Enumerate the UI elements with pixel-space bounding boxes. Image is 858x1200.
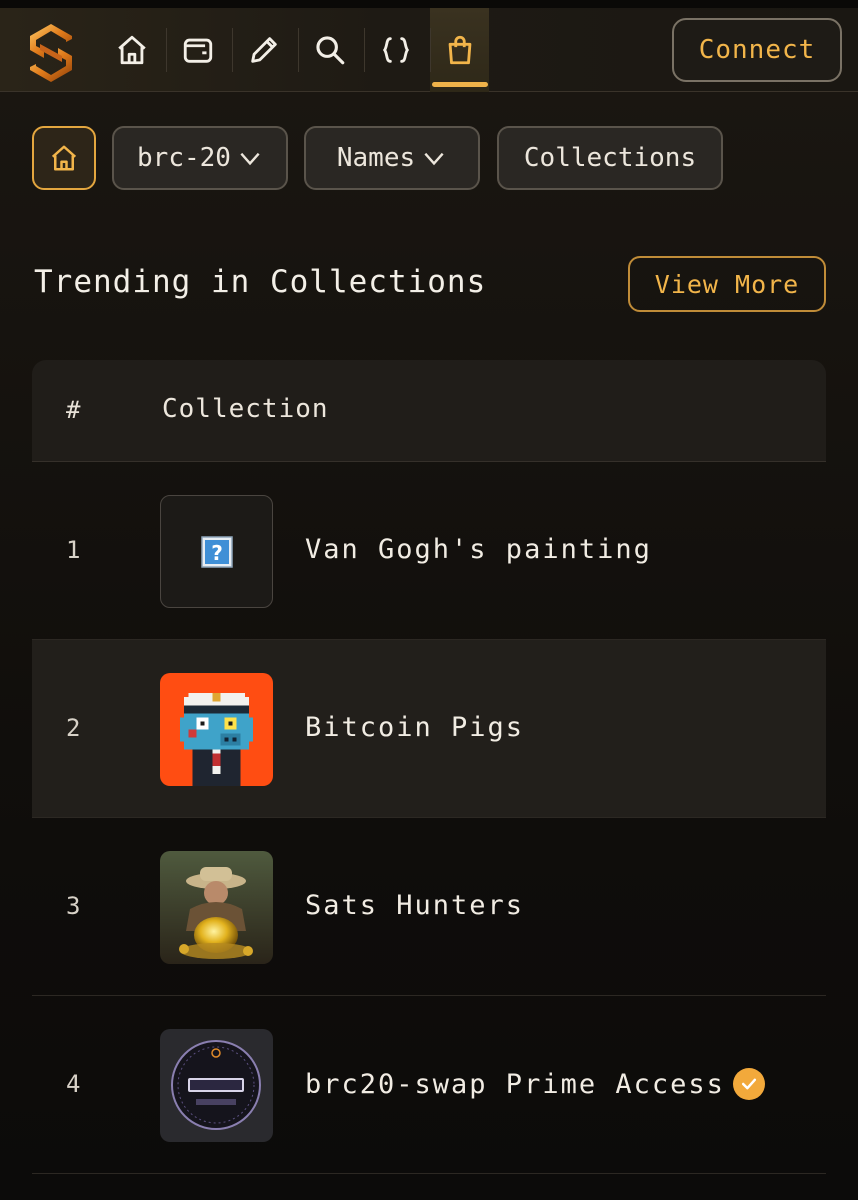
brc20-swap-badge-image: [160, 1029, 273, 1142]
app-logo[interactable]: [22, 20, 80, 86]
chevron-down-icon: [240, 152, 260, 166]
nav-divider: [298, 28, 299, 72]
home-icon: [118, 35, 146, 65]
svg-text:?: ?: [211, 541, 223, 565]
row-rank: 2: [66, 714, 81, 742]
filter-home-button[interactable]: [32, 126, 96, 190]
filter-names-dropdown[interactable]: Names: [304, 126, 480, 190]
nav-active-indicator: [432, 82, 488, 87]
collection-name-text: Van Gogh's painting: [305, 534, 652, 565]
broken-image-icon: ?: [200, 535, 233, 568]
row-rank: 3: [66, 892, 81, 920]
collection-name[interactable]: Bitcoin Pigs: [305, 712, 524, 743]
trending-collections-table: # Collection 1 ? Van Gogh's painting 2 B…: [32, 360, 826, 1200]
search-icon: [316, 36, 345, 65]
top-nav-bar: Connect: [0, 8, 858, 92]
collection-thumbnail: [160, 1029, 273, 1142]
connect-wallet-button[interactable]: Connect: [672, 18, 842, 82]
filter-names-label: Names: [336, 143, 416, 173]
row-rank: 1: [66, 536, 81, 564]
nav-wallet[interactable]: [178, 30, 218, 70]
nav-search[interactable]: [310, 30, 350, 70]
table-header: # Collection: [32, 360, 826, 462]
collection-name-text: brc20-swap Prime Access: [305, 1068, 725, 1100]
table-row[interactable]: 1 ? Van Gogh's painting: [32, 462, 826, 640]
chevron-down-icon: [424, 152, 444, 166]
wallet-icon: [183, 38, 213, 63]
shopping-bag-icon: [448, 35, 472, 65]
rank-column-header: #: [66, 396, 81, 424]
table-row[interactable]: 3 Sats Hunters: [32, 818, 826, 996]
collection-name-text: Sats Hunters: [305, 890, 525, 921]
collection-name[interactable]: brc20-swap Prime Access: [305, 1068, 765, 1100]
filter-collections-button[interactable]: Collections: [497, 126, 723, 190]
nav-inscribe[interactable]: [244, 30, 284, 70]
pencil-icon: [251, 37, 277, 63]
filter-collections-label: Collections: [523, 143, 697, 173]
pixel-pig-image: [160, 673, 273, 786]
filter-brc20-label: brc-20: [137, 143, 231, 173]
home-icon: [51, 145, 77, 171]
nav-divider: [364, 28, 365, 72]
section-title: Trending in Collections: [34, 264, 487, 300]
collection-column-header: Collection: [162, 394, 329, 424]
table-row[interactable]: 2 Bitcoin Pigs: [32, 640, 826, 818]
row-rank: 4: [66, 1070, 81, 1098]
status-strip: [0, 0, 858, 8]
view-more-button[interactable]: View More: [628, 256, 826, 312]
treasure-hunter-image: [160, 851, 273, 964]
nav-divider: [232, 28, 233, 72]
collection-name[interactable]: Van Gogh's painting: [305, 534, 652, 565]
nav-divider: [166, 28, 167, 72]
collection-name[interactable]: Sats Hunters: [305, 890, 524, 921]
nav-home[interactable]: [112, 30, 152, 70]
collection-thumbnail: ?: [160, 495, 273, 608]
nav-developer[interactable]: [376, 30, 416, 70]
filter-brc20-dropdown[interactable]: brc-20: [112, 126, 288, 190]
braces-icon: [382, 37, 410, 63]
table-row[interactable]: 4 brc20-swap Prime Access: [32, 996, 826, 1174]
collection-thumbnail: [160, 851, 273, 964]
verified-badge-icon: [732, 1068, 765, 1100]
nav-marketplace[interactable]: [440, 30, 480, 70]
collection-name-text: Bitcoin Pigs: [305, 712, 525, 743]
nav-divider: [430, 28, 431, 72]
collection-thumbnail: [160, 673, 273, 786]
